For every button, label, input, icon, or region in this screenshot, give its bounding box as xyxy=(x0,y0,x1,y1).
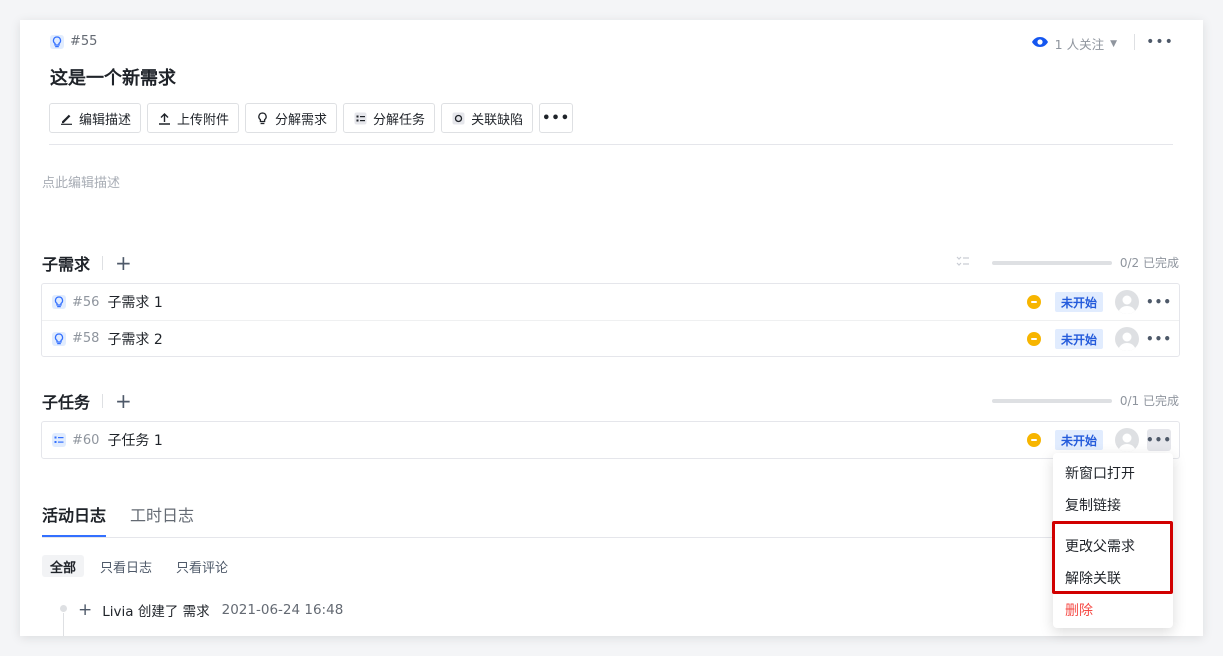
tabs-divider xyxy=(42,537,1173,538)
menu-copy-link[interactable]: 复制链接 xyxy=(1065,495,1121,515)
toolbar: 编辑描述 上传附件 分解需求 分解任务 关联缺陷 ••• xyxy=(49,103,574,133)
priority-icon[interactable] xyxy=(1026,295,1041,309)
requirement-type-icon xyxy=(50,34,64,49)
status-badge[interactable]: 未开始 xyxy=(1054,430,1103,450)
sub-tasks-header: 子任务 + xyxy=(42,389,132,413)
item-number: #58 xyxy=(72,331,100,346)
sub-requirements-title: 子需求 xyxy=(42,255,91,274)
task-type-icon xyxy=(52,433,66,447)
more-actions-button[interactable]: ••• xyxy=(1146,32,1173,52)
sub-tasks-progress: 0/1 已完成 xyxy=(991,392,1179,409)
split-task-button[interactable]: 分解任务 xyxy=(343,103,436,133)
status-badge[interactable]: 未开始 xyxy=(1054,292,1103,312)
watch-button[interactable]: 1 人关注 ▼ xyxy=(1031,34,1117,53)
link-bug-button[interactable]: 关联缺陷 xyxy=(441,103,534,133)
requirement-type-icon xyxy=(52,331,66,346)
priority-icon[interactable] xyxy=(1026,332,1041,346)
item-id-row: #55 xyxy=(50,34,97,49)
filter-comments-only[interactable]: 只看评论 xyxy=(168,555,236,577)
upload-icon xyxy=(157,111,171,125)
caret-down-icon: ▼ xyxy=(1110,38,1117,49)
bulb-icon xyxy=(255,111,269,125)
status-badge[interactable]: 未开始 xyxy=(1054,329,1103,349)
filter-all[interactable]: 全部 xyxy=(42,555,85,577)
add-sub-task-button[interactable]: + xyxy=(115,391,132,411)
avatar[interactable] xyxy=(1115,327,1139,351)
row-more-button[interactable]: ••• xyxy=(1146,328,1171,350)
list-item[interactable]: #58 子需求 2 未开始 ••• xyxy=(42,320,1179,356)
log-time: 2021-06-24 16:48 xyxy=(221,602,344,618)
create-icon: + xyxy=(78,600,93,620)
sub-tasks-list: #60 子任务 1 未开始 ••• xyxy=(41,421,1180,459)
description-placeholder[interactable]: 点此编辑描述 xyxy=(42,172,120,191)
sub-requirements-progress: 0/2 已完成 xyxy=(956,254,1179,271)
row-more-button[interactable]: ••• xyxy=(1146,429,1171,451)
requirement-type-icon xyxy=(52,295,66,309)
sub-requirements-progress-text: 0/2 已完成 xyxy=(1119,256,1179,270)
tab-worklog[interactable]: 工时日志 xyxy=(130,502,194,537)
list-item[interactable]: #56 子需求 1 未开始 ••• xyxy=(42,284,1179,320)
avatar[interactable] xyxy=(1115,290,1139,314)
header-divider-line xyxy=(49,144,1173,145)
task-list-icon xyxy=(353,111,367,125)
avatar[interactable] xyxy=(1115,428,1139,452)
item-id: #55 xyxy=(70,34,98,49)
header-divider xyxy=(1134,34,1135,50)
menu-delete[interactable]: 删除 xyxy=(1065,600,1093,620)
requirement-detail-panel: #55 这是一个新需求 1 人关注 ▼ ••• 编辑描述 上传附件 分解需求 分… xyxy=(20,20,1203,636)
item-number: #56 xyxy=(72,294,100,310)
item-name[interactable]: 子任务 1 xyxy=(107,430,162,450)
page-title[interactable]: 这是一个新需求 xyxy=(50,64,176,90)
log-entry: + Livia 创建了 需求 2021-06-24 16:48 xyxy=(58,600,343,620)
item-name[interactable]: 子需求 1 xyxy=(107,292,162,312)
list-item[interactable]: #60 子任务 1 未开始 ••• xyxy=(42,422,1179,458)
add-sub-requirement-button[interactable]: + xyxy=(115,253,132,273)
menu-open-new-window[interactable]: 新窗口打开 xyxy=(1065,463,1135,483)
collapse-list-icon[interactable] xyxy=(956,255,970,270)
split-requirement-button[interactable]: 分解需求 xyxy=(245,103,338,133)
sub-requirements-list: #56 子需求 1 未开始 ••• #58 子需求 2 未开始 ••• xyxy=(41,283,1180,357)
priority-icon[interactable] xyxy=(1026,433,1041,447)
eye-icon xyxy=(1031,36,1049,51)
bug-icon xyxy=(451,111,465,125)
item-name[interactable]: 子需求 2 xyxy=(107,329,162,349)
sub-requirements-progress-bar xyxy=(991,260,1112,265)
annotation-highlight-box xyxy=(1052,521,1173,594)
sub-tasks-title: 子任务 xyxy=(42,393,91,412)
toolbar-more-button[interactable]: ••• xyxy=(539,103,574,133)
item-number: #60 xyxy=(72,432,100,448)
watch-label: 1 人关注 xyxy=(1054,37,1105,52)
upload-attachment-button[interactable]: 上传附件 xyxy=(147,103,240,133)
edit-description-button[interactable]: 编辑描述 xyxy=(49,103,142,133)
log-filters: 全部 只看日志 只看评论 xyxy=(42,555,236,577)
activity-tabs: 活动日志 工时日志 xyxy=(42,502,194,537)
row-more-button[interactable]: ••• xyxy=(1146,291,1171,313)
sub-tasks-progress-bar xyxy=(991,398,1112,403)
pencil-icon xyxy=(59,111,73,125)
sub-tasks-progress-text: 0/1 已完成 xyxy=(1119,394,1179,408)
sub-requirements-header: 子需求 + xyxy=(42,251,132,275)
tab-activity-log[interactable]: 活动日志 xyxy=(42,502,107,537)
log-text: Livia 创建了 需求 xyxy=(102,604,210,620)
filter-logs-only[interactable]: 只看日志 xyxy=(92,555,160,577)
